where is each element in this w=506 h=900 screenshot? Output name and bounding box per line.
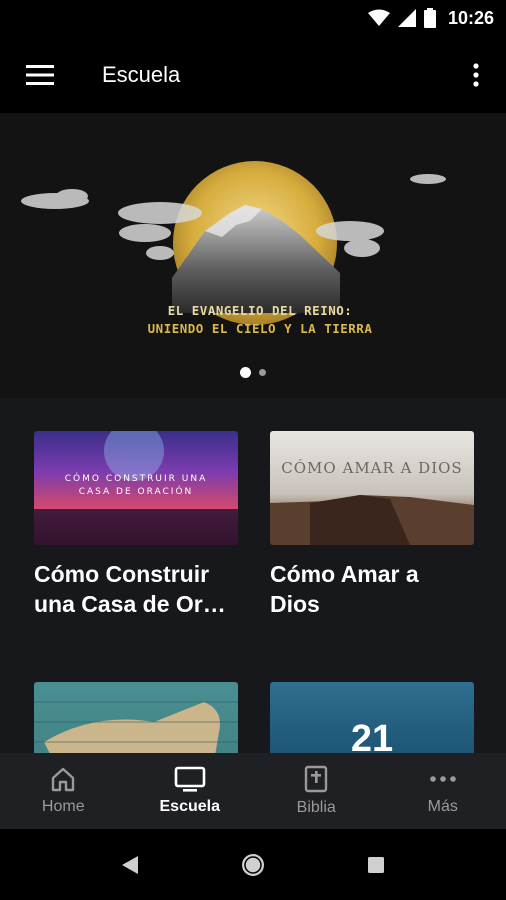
hero-caption-line2: UNIENDO EL CIELO Y LA TIERRA (147, 321, 373, 336)
hero-carousel[interactable]: EL EVANGELIO DEL REINO: UNIENDO EL CIELO… (0, 113, 506, 398)
signal-icon (397, 9, 416, 27)
home-circle-icon[interactable] (240, 852, 266, 878)
course-card[interactable]: CÓMO AMAR A DIOS Cómo Amar a Dios (270, 431, 474, 619)
nav-item-home[interactable]: Home (0, 753, 127, 829)
status-bar: 10:26 (0, 0, 506, 36)
nav-label: Más (427, 798, 458, 815)
more-horizontal-icon (429, 776, 456, 782)
nav-item-biblia[interactable]: Biblia (253, 753, 380, 829)
course-title: Cómo Construir una Casa de Or… (34, 561, 226, 617)
app-bar: Escuela (0, 36, 506, 113)
cliff-landscape (270, 495, 474, 545)
bible-icon (305, 765, 328, 793)
course-thumbnail: CÓMO AMAR A DIOS (270, 431, 474, 545)
nav-label: Escuela (159, 798, 220, 815)
bottom-navigation: Home Escuela Biblia Más (0, 753, 506, 829)
system-navigation-bar (0, 829, 506, 900)
course-thumbnail: 21 (270, 682, 474, 753)
status-time: 10:26 (447, 7, 494, 28)
course-card[interactable] (34, 682, 238, 753)
nav-item-mas[interactable]: Más (380, 753, 506, 829)
home-icon (52, 767, 75, 792)
course-thumbnail-text: CÓMO AMAR A DIOS (281, 459, 463, 477)
tv-icon (174, 766, 206, 792)
wifi-icon (367, 9, 390, 26)
course-thumbnail: CÓMO CONSTRUIR UNA CASA DE ORACIÓN (34, 431, 238, 545)
menu-button[interactable] (0, 36, 80, 113)
lion-relief (34, 701, 238, 753)
course-grid: CÓMO CONSTRUIR UNA CASA DE ORACIÓN Cómo … (0, 398, 506, 753)
back-icon[interactable] (120, 854, 140, 876)
course-thumbnail (34, 682, 238, 753)
course-title: Cómo Amar a Dios (270, 561, 419, 617)
overflow-menu-button[interactable] (446, 36, 506, 113)
carousel-dot-active[interactable] (240, 367, 251, 378)
battery-icon (423, 8, 436, 28)
course-card[interactable]: CÓMO CONSTRUIR UNA CASA DE ORACIÓN Cómo … (34, 431, 238, 619)
course-thumbnail-text: CÓMO CONSTRUIR UNA CASA DE ORACIÓN (64, 474, 208, 497)
hero-caption-line1: EL EVANGELIO DEL REINO: (167, 303, 353, 318)
hamburger-icon (26, 64, 54, 85)
course-card[interactable]: 21 (270, 682, 474, 753)
recents-icon[interactable] (366, 855, 386, 875)
nav-label: Home (41, 798, 85, 815)
nav-item-escuela[interactable]: Escuela (127, 753, 254, 829)
course-thumbnail-text: 21 (350, 718, 394, 753)
nav-label: Biblia (296, 799, 336, 816)
hero-artwork (21, 153, 446, 333)
page-title: Escuela (102, 61, 181, 87)
more-vertical-icon (473, 62, 479, 87)
carousel-indicator (0, 367, 506, 378)
carousel-dot[interactable] (259, 369, 266, 376)
